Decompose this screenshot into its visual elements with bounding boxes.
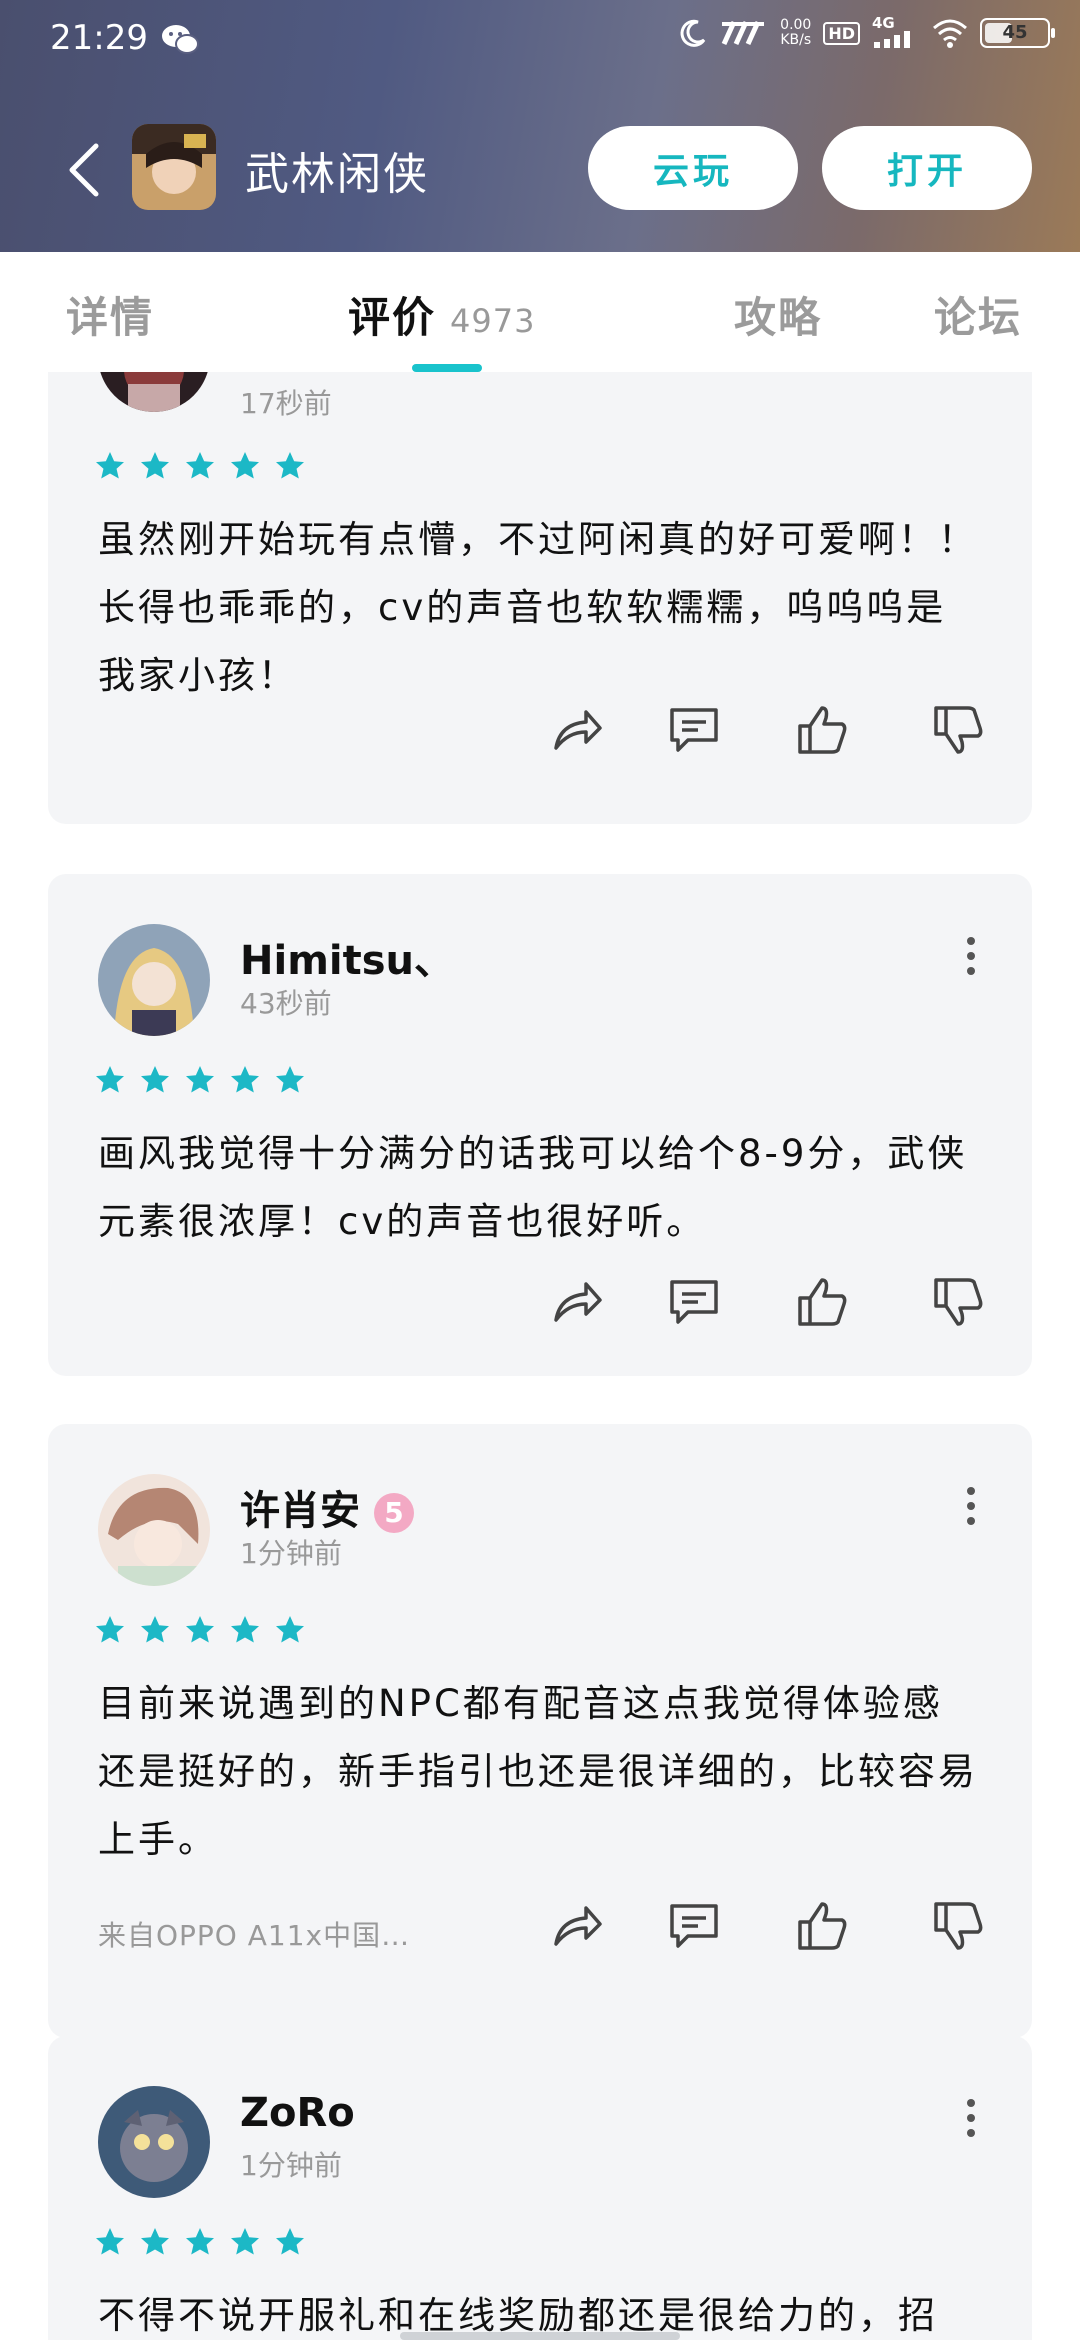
review-text[interactable]: 目前来说遇到的NPC都有配音这点我觉得体验感还是挺好的，新手指引也还是很详细的，… — [98, 1670, 978, 1874]
app-title: 武林闲侠 — [245, 149, 429, 200]
cell-signal: 4G — [872, 14, 920, 48]
level-badge: 5 — [374, 1493, 414, 1533]
comment-icon[interactable] — [664, 1898, 724, 1954]
star-icon — [186, 452, 214, 479]
tab-guides[interactable]: 攻略 — [734, 284, 822, 345]
star-icon — [96, 2228, 124, 2255]
avatar[interactable] — [98, 1474, 210, 1586]
signal-hd-icon — [721, 20, 765, 46]
share-icon[interactable] — [546, 1898, 606, 1954]
thumbs-down-icon[interactable] — [928, 702, 988, 758]
star-icon — [276, 1616, 304, 1643]
star-icon — [231, 452, 259, 479]
tab-forum[interactable]: 论坛 — [934, 284, 1022, 345]
star-icon — [231, 1066, 259, 1093]
net-speed: 0.00 KB/s — [780, 17, 812, 48]
rating-stars — [94, 450, 306, 482]
review-card: 17秒前 虽然刚开始玩有点懵，不过阿闲真的好可爱啊！！长得也乖乖的，cv的声音也… — [48, 372, 1032, 824]
star-icon — [186, 1066, 214, 1093]
more-options-icon[interactable] — [966, 2098, 976, 2138]
tab-reviews-label: 评价 — [348, 293, 437, 342]
review-time: 43秒前 — [240, 987, 332, 1020]
comment-icon[interactable] — [664, 702, 724, 758]
thumbs-up-icon[interactable] — [792, 1274, 852, 1330]
status-time: 21:29 — [50, 18, 148, 58]
star-icon — [96, 1066, 124, 1093]
tab-reviews[interactable]: 评价 4973 — [348, 284, 535, 345]
star-icon — [276, 452, 304, 479]
star-icon — [276, 1066, 304, 1093]
username[interactable]: Himitsu、 — [240, 928, 454, 986]
open-button[interactable]: 打开 — [822, 126, 1032, 210]
app-header: 21:29 0.00 KB/s HD 4G 45 武林闲侠 云玩 打开 — [0, 0, 1080, 252]
review-card: ZoRo 1分钟前 不得不说开服礼和在线奖励都还是很给力的，招 — [48, 2036, 1032, 2340]
status-bar: 21:29 0.00 KB/s HD 4G 45 — [0, 0, 1080, 80]
home-indicator[interactable] — [400, 2332, 680, 2340]
comment-icon[interactable] — [664, 1274, 724, 1330]
star-icon — [141, 2228, 169, 2255]
thumbs-up-icon[interactable] — [792, 702, 852, 758]
review-text[interactable]: 画风我觉得十分满分的话我可以给个8-9分，武侠元素很浓厚！cv的声音也很好听。 — [98, 1120, 978, 1256]
avatar[interactable] — [98, 924, 210, 1036]
star-icon — [231, 1616, 259, 1643]
reviews-list[interactable]: 17秒前 虽然刚开始玩有点懵，不过阿闲真的好可爱啊！！长得也乖乖的，cv的声音也… — [0, 372, 1080, 2340]
rating-stars — [94, 2226, 306, 2258]
thumbs-down-icon[interactable] — [928, 1898, 988, 1954]
battery-icon: 45 — [980, 18, 1055, 48]
hd-badge: HD — [823, 21, 860, 45]
rating-stars — [94, 1614, 306, 1646]
moon-icon — [680, 19, 706, 47]
tab-details[interactable]: 详情 — [66, 284, 154, 345]
review-count: 4973 — [450, 302, 536, 340]
device-info: 来自OPPO A11x中国… — [98, 1919, 411, 1952]
review-time: 1分钟前 — [240, 2149, 342, 2182]
rating-stars — [94, 1064, 306, 1096]
wechat-icon — [162, 25, 199, 54]
app-icon — [132, 124, 216, 210]
star-icon — [141, 452, 169, 479]
star-icon — [186, 1616, 214, 1643]
tab-bar: 详情 评价 4973 攻略 论坛 — [0, 252, 1080, 372]
star-icon — [96, 1616, 124, 1643]
review-text[interactable]: 虽然刚开始玩有点懵，不过阿闲真的好可爱啊！！长得也乖乖的，cv的声音也软软糯糯，… — [98, 506, 978, 710]
star-icon — [96, 452, 124, 479]
avatar[interactable] — [98, 2086, 210, 2198]
thumbs-up-icon[interactable] — [792, 1898, 852, 1954]
review-card: 许肖安 5 1分钟前 目前来说遇到的NPC都有配音这点我觉得体验感还是挺好的，新手… — [48, 1424, 1032, 2038]
review-time: 1分钟前 — [240, 1537, 342, 1570]
more-options-icon[interactable] — [966, 1486, 976, 1526]
share-icon[interactable] — [546, 702, 606, 758]
avatar[interactable] — [98, 372, 210, 412]
thumbs-down-icon[interactable] — [928, 1274, 988, 1330]
username-text: 许肖安 — [240, 1488, 360, 1534]
star-icon — [231, 2228, 259, 2255]
more-options-icon[interactable] — [966, 936, 976, 976]
star-icon — [276, 2228, 304, 2255]
username[interactable]: 许肖安 5 — [240, 1478, 414, 1536]
cloud-play-button[interactable]: 云玩 — [588, 126, 798, 210]
star-icon — [141, 1066, 169, 1093]
star-icon — [141, 1616, 169, 1643]
share-icon[interactable] — [546, 1274, 606, 1330]
back-icon[interactable] — [64, 140, 104, 200]
star-icon — [186, 2228, 214, 2255]
username[interactable]: ZoRo — [240, 2090, 355, 2136]
review-card: Himitsu、 43秒前 画风我觉得十分满分的话我可以给个8-9分，武侠元素很… — [48, 874, 1032, 1376]
wifi-icon — [933, 19, 967, 48]
review-time: 17秒前 — [240, 387, 332, 420]
tab-indicator — [412, 364, 482, 372]
